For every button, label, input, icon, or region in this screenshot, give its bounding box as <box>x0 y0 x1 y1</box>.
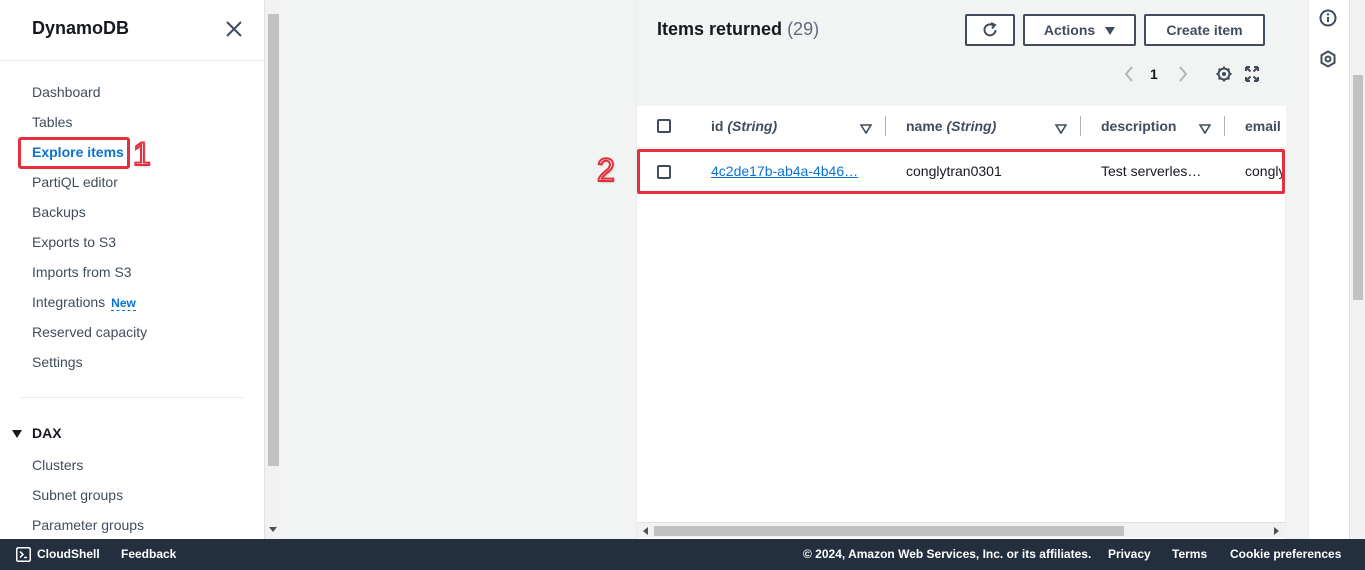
select-all-checkbox[interactable] <box>657 119 671 133</box>
app-root: DynamoDB Dashboard Tables Explore items … <box>0 0 1365 570</box>
table-header: id (String) name (String) description em… <box>637 106 1286 148</box>
items-count: (29) <box>787 19 820 39</box>
sidebar-item-clusters[interactable]: Clusters <box>32 455 83 475</box>
annotation-number-1: 1 <box>132 135 152 173</box>
actions-button[interactable]: Actions <box>1023 14 1136 46</box>
sidebar-item-partiql-editor[interactable]: PartiQL editor <box>32 172 118 192</box>
page-scrollbar-thumb[interactable] <box>1353 75 1363 300</box>
sidebar-item-tables[interactable]: Tables <box>32 112 72 132</box>
sidebar-item-label: Integrations <box>32 294 106 310</box>
sort-description-icon[interactable] <box>1198 121 1212 135</box>
cookie-preferences-link[interactable]: Cookie preferences <box>1230 539 1341 570</box>
table-scrollbar-thumb[interactable] <box>654 526 1124 536</box>
privacy-link[interactable]: Privacy <box>1108 539 1151 570</box>
previous-page-icon[interactable] <box>1123 64 1135 84</box>
copyright-text: © 2024, Amazon Web Services, Inc. or its… <box>803 547 1092 561</box>
column-header-description[interactable]: description <box>1101 106 1176 148</box>
sidebar-divider <box>20 397 243 398</box>
table-horizontal-scrollbar[interactable] <box>637 522 1286 538</box>
sidebar-item-reserved-capacity[interactable]: Reserved capacity <box>32 322 147 342</box>
next-page-icon[interactable] <box>1177 64 1189 84</box>
actions-label: Actions <box>1043 22 1096 38</box>
cloudshell-link[interactable]: CloudShell <box>37 539 100 570</box>
console-footer: CloudShell Feedback © 2024, Amazon Web S… <box>0 539 1365 570</box>
column-id-type: (String) <box>727 118 778 134</box>
caret-down-icon <box>12 430 22 439</box>
scroll-right-arrow-icon[interactable] <box>1274 527 1279 535</box>
sort-id-icon[interactable] <box>859 121 873 135</box>
refresh-icon <box>983 22 997 37</box>
new-badge[interactable]: New <box>111 296 136 311</box>
sidebar-item-imports-from-s3[interactable]: Imports from S3 <box>32 262 132 282</box>
dax-section-toggle[interactable]: DAX <box>12 425 62 441</box>
sidebar-item-subnet-groups[interactable]: Subnet groups <box>32 485 123 505</box>
sidebar-item-dashboard[interactable]: Dashboard <box>32 82 101 102</box>
sidebar-scrollbar-thumb[interactable] <box>268 14 279 466</box>
tools-rail <box>1308 0 1349 539</box>
column-divider[interactable] <box>885 116 886 136</box>
page-number[interactable]: 1 <box>1150 64 1158 84</box>
cloudshell-icon[interactable] <box>16 547 31 562</box>
items-returned-title: Items returned (29) <box>657 19 819 40</box>
gear-icon[interactable] <box>1215 64 1233 84</box>
close-icon[interactable] <box>224 18 244 40</box>
fullscreen-icon[interactable] <box>1244 64 1260 84</box>
side-navigation: DynamoDB Dashboard Tables Explore items … <box>0 0 264 539</box>
side-navigation-header: DynamoDB <box>0 0 264 61</box>
service-title[interactable]: DynamoDB <box>32 18 129 39</box>
column-divider[interactable] <box>1080 116 1081 136</box>
column-divider[interactable] <box>1224 116 1225 136</box>
scroll-down-arrow-icon[interactable] <box>269 527 277 532</box>
refresh-button[interactable] <box>965 14 1015 46</box>
feedback-link[interactable]: Feedback <box>121 539 176 570</box>
caret-down-icon <box>1105 27 1116 36</box>
annotation-number-2: 2 <box>596 151 616 189</box>
items-panel-header: Items returned (29) Actions Create item … <box>637 0 1286 106</box>
items-returned-panel: Items returned (29) Actions Create item … <box>636 0 1286 539</box>
column-name-type: (String) <box>946 118 997 134</box>
column-header-email[interactable]: email <box>1245 106 1281 148</box>
sidebar-item-exports-to-s3[interactable]: Exports to S3 <box>32 232 116 252</box>
dax-section-label: DAX <box>32 425 62 441</box>
sidebar-scrollbar[interactable] <box>264 0 281 539</box>
column-id-label: id <box>711 118 724 134</box>
column-header-name[interactable]: name (String) <box>906 106 996 148</box>
create-item-button[interactable]: Create item <box>1144 14 1265 46</box>
scroll-left-arrow-icon[interactable] <box>643 527 648 535</box>
terms-link[interactable]: Terms <box>1172 539 1207 570</box>
sort-name-icon[interactable] <box>1054 121 1068 135</box>
sidebar-item-integrations[interactable]: Integrations New <box>32 292 136 312</box>
sidebar-item-settings[interactable]: Settings <box>32 352 83 372</box>
items-returned-label: Items returned <box>657 19 783 39</box>
annotation-highlight-item-row <box>637 149 1285 194</box>
page-scrollbar[interactable] <box>1349 0 1365 539</box>
info-icon[interactable] <box>1319 9 1337 27</box>
annotation-highlight-explore-items <box>18 137 130 169</box>
sidebar-item-backups[interactable]: Backups <box>32 202 86 222</box>
sidebar-item-parameter-groups[interactable]: Parameter groups <box>32 515 144 535</box>
column-header-id[interactable]: id (String) <box>711 106 777 148</box>
hexagon-insights-icon[interactable] <box>1319 50 1337 68</box>
column-name-label: name <box>906 118 943 134</box>
